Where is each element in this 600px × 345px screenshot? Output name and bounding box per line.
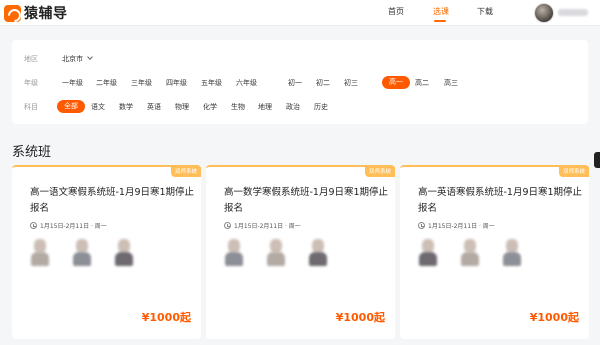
grade-option[interactable]: 高三 bbox=[444, 77, 458, 89]
grade-option[interactable]: 五年级 bbox=[201, 77, 222, 89]
region-select[interactable]: 北京市 bbox=[62, 54, 93, 64]
grade-option[interactable]: 初三 bbox=[344, 77, 358, 89]
section-title: 系统班 bbox=[12, 145, 52, 160]
teacher-avatar[interactable] bbox=[502, 237, 522, 267]
clock-icon bbox=[30, 222, 37, 229]
subject-option[interactable]: 地理 bbox=[258, 101, 272, 113]
card-time: 1月15日-2月11日 · 周一 bbox=[418, 221, 495, 230]
card-tag: 双师系统 bbox=[170, 167, 201, 177]
floating-widget-edge[interactable] bbox=[594, 152, 600, 168]
grade-option[interactable]: 二年级 bbox=[96, 77, 117, 89]
grade-option[interactable]: 初一 bbox=[288, 77, 302, 89]
course-card[interactable]: 双师系统 高一语文寒假系统班-1月9日寒1期停止报名 1月15日-2月11日 ·… bbox=[12, 165, 201, 339]
grade-option[interactable]: 四年级 bbox=[166, 77, 187, 89]
subject-option[interactable]: 语文 bbox=[91, 101, 105, 113]
region-value: 北京市 bbox=[62, 55, 83, 63]
subject-option[interactable]: 化学 bbox=[203, 101, 217, 113]
region-label: 地区 bbox=[24, 55, 38, 63]
card-time: 1月15日-2月11日 · 周一 bbox=[30, 221, 107, 230]
subject-option[interactable]: 英语 bbox=[147, 101, 161, 113]
course-card[interactable]: 双师系统 高一英语寒假系统班-1月9日寒1期停止报名 1月15日-2月11日 ·… bbox=[400, 165, 589, 339]
top-navigation: 猿辅导 首页 选课 下载 bbox=[0, 0, 600, 26]
subject-option[interactable]: 物理 bbox=[175, 101, 189, 113]
teacher-avatar[interactable] bbox=[30, 237, 50, 267]
nav-home[interactable]: 首页 bbox=[388, 6, 404, 17]
card-time-text: 1月15日-2月11日 · 周一 bbox=[234, 223, 301, 230]
grade-option[interactable]: 六年级 bbox=[236, 77, 257, 89]
grade-option[interactable]: 初二 bbox=[316, 77, 330, 89]
card-price: ¥1000起 bbox=[529, 311, 579, 324]
teacher-avatar[interactable] bbox=[114, 237, 134, 267]
card-time: 1月15日-2月11日 · 周一 bbox=[224, 221, 301, 230]
grade-option[interactable]: 一年级 bbox=[62, 77, 83, 89]
grade-option[interactable]: 三年级 bbox=[131, 77, 152, 89]
nav-download[interactable]: 下载 bbox=[477, 6, 493, 17]
teacher-avatar[interactable] bbox=[460, 237, 480, 267]
clock-icon bbox=[224, 222, 231, 229]
username-blurred[interactable] bbox=[558, 9, 588, 16]
card-time-text: 1月15日-2月11日 · 周一 bbox=[428, 223, 495, 230]
grade-option[interactable]: 高二 bbox=[415, 77, 429, 89]
chevron-down-icon bbox=[87, 54, 93, 60]
grade-option-selected[interactable]: 高一 bbox=[382, 76, 410, 89]
card-title[interactable]: 高一语文寒假系统班-1月9日寒1期停止报名 bbox=[30, 185, 195, 217]
card-tag: 双师系统 bbox=[558, 167, 589, 177]
subject-option[interactable]: 政治 bbox=[286, 101, 300, 113]
nav-active-indicator bbox=[434, 20, 446, 22]
logo[interactable]: 猿辅导 bbox=[4, 4, 68, 22]
teacher-avatar[interactable] bbox=[224, 237, 244, 267]
nav-courses[interactable]: 选课 bbox=[433, 6, 449, 17]
card-tag: 双师系统 bbox=[364, 167, 395, 177]
filter-panel: 地区 北京市 年级 一年级 二年级 三年级 四年级 五年级 六年级 初一 初二 … bbox=[12, 40, 588, 124]
avatar[interactable] bbox=[534, 3, 554, 23]
teacher-avatar[interactable] bbox=[72, 237, 92, 267]
grade-label: 年级 bbox=[24, 79, 38, 87]
subject-option[interactable]: 生物 bbox=[231, 101, 245, 113]
teacher-avatar[interactable] bbox=[308, 237, 328, 267]
subject-option[interactable]: 历史 bbox=[314, 101, 328, 113]
card-price: ¥1000起 bbox=[335, 311, 385, 324]
subject-label: 科目 bbox=[24, 103, 38, 111]
card-price: ¥1000起 bbox=[141, 311, 191, 324]
teacher-avatar[interactable] bbox=[266, 237, 286, 267]
subject-option[interactable]: 数学 bbox=[119, 101, 133, 113]
card-title[interactable]: 高一英语寒假系统班-1月9日寒1期停止报名 bbox=[418, 185, 583, 217]
teacher-avatar[interactable] bbox=[418, 237, 438, 267]
logo-text: 猿辅导 bbox=[24, 6, 68, 22]
logo-icon bbox=[4, 4, 21, 22]
subject-option-selected[interactable]: 全部 bbox=[57, 100, 85, 113]
course-card[interactable]: 双师系统 高一数学寒假系统班-1月9日寒1期停止报名 1月15日-2月11日 ·… bbox=[206, 165, 395, 339]
card-time-text: 1月15日-2月11日 · 周一 bbox=[40, 223, 107, 230]
clock-icon bbox=[418, 222, 425, 229]
card-title[interactable]: 高一数学寒假系统班-1月9日寒1期停止报名 bbox=[224, 185, 389, 217]
